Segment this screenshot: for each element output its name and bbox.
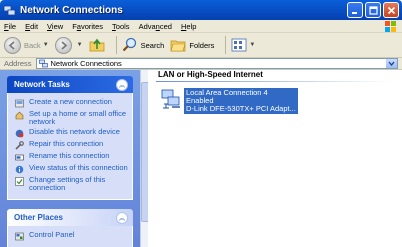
connection-device: D-Link DFE-530TX+ PCI Adapt...	[186, 104, 296, 113]
windows-logo-icon	[385, 21, 396, 32]
chevron-down-icon	[388, 61, 395, 66]
address-value: Network Connections	[50, 59, 122, 68]
connection-item[interactable]: Local Area Connection 4 Enabled D-Link D…	[160, 88, 298, 114]
menu-tools[interactable]: Tools	[112, 22, 130, 31]
control-panel-icon	[15, 232, 24, 241]
minimize-button[interactable]	[347, 2, 363, 18]
folders-icon	[170, 40, 186, 52]
back-button[interactable]: Back ▼	[4, 36, 49, 54]
toolbar-separator	[115, 36, 117, 54]
toolbar: Back ▼ ▼ Search Folders ▼	[0, 33, 402, 58]
search-label: Search	[140, 40, 165, 50]
other-places-title: Other Places	[14, 213, 63, 222]
other-places-panel: Other Places ︽ Control Panel	[7, 209, 133, 247]
place-control-panel[interactable]: Control Panel	[15, 231, 128, 241]
forward-arrow-icon	[61, 40, 68, 50]
task-pane-scrollbar[interactable]	[140, 70, 149, 247]
minimize-icon	[351, 11, 357, 14]
folders-label: Folders	[189, 40, 215, 50]
status-icon	[15, 165, 24, 174]
search-button[interactable]: Search	[122, 37, 165, 53]
maximize-icon	[368, 5, 378, 15]
forward-button[interactable]: ▼	[54, 36, 83, 54]
task-change-settings[interactable]: Change settings of this connection	[15, 176, 128, 192]
views-icon	[231, 38, 247, 52]
network-connections-icon	[38, 59, 48, 68]
group-header: LAN or High-Speed Internet	[158, 70, 263, 79]
task-disable-device[interactable]: Disable this network device	[15, 128, 128, 138]
menu-view[interactable]: View	[47, 22, 63, 31]
views-dropdown-icon[interactable]: ▼	[249, 42, 255, 48]
home-network-icon	[15, 111, 24, 120]
network-tasks-header[interactable]: Network Tasks ︽	[7, 76, 133, 93]
menu-file[interactable]: File	[4, 22, 16, 31]
title-bar[interactable]: Network Connections	[0, 0, 402, 20]
menu-edit[interactable]: Edit	[25, 22, 38, 31]
other-places-header[interactable]: Other Places ︽	[7, 209, 133, 226]
connections-list: LAN or High-Speed Internet Local Area Co…	[148, 70, 402, 247]
task-home-network[interactable]: Set up a home or small office network	[15, 110, 128, 126]
repair-icon	[15, 141, 24, 150]
menu-advanced[interactable]: Advanced	[139, 22, 172, 31]
folders-button[interactable]: Folders	[170, 37, 214, 53]
network-tasks-title: Network Tasks	[14, 80, 70, 89]
address-dropdown-button[interactable]	[386, 59, 397, 68]
back-label: Back	[24, 40, 41, 50]
back-dropdown-icon[interactable]: ▼	[43, 42, 49, 48]
up-folder-icon	[89, 38, 104, 52]
up-folder-button[interactable]	[89, 37, 105, 53]
toolbar-separator	[225, 36, 227, 54]
task-rename-connection[interactable]: Rename this connection	[15, 152, 128, 162]
network-tasks-panel: Network Tasks ︽ Create a new connection …	[7, 76, 133, 200]
new-connection-icon	[15, 99, 24, 108]
address-label: Address	[4, 59, 32, 68]
forward-dropdown-icon[interactable]: ▼	[77, 42, 83, 48]
network-connections-icon	[3, 5, 16, 15]
connection-label: Local Area Connection 4 Enabled D-Link D…	[184, 88, 298, 114]
collapse-icon[interactable]: ︽	[116, 78, 128, 91]
task-repair-connection[interactable]: Repair this connection	[15, 140, 128, 150]
maximize-button[interactable]	[365, 2, 381, 18]
group-divider	[156, 81, 392, 82]
window-title: Network Connections	[20, 4, 123, 16]
views-button[interactable]: ▼	[231, 38, 255, 52]
task-view-status[interactable]: View status of this connection	[15, 164, 128, 174]
menu-favorites[interactable]: Favorites	[72, 22, 103, 31]
close-icon	[387, 6, 395, 14]
menu-help[interactable]: Help	[181, 22, 196, 31]
menu-bar: File Edit View Favorites Tools Advanced …	[0, 20, 402, 33]
search-icon	[122, 37, 136, 52]
address-input[interactable]: Network Connections	[35, 58, 398, 69]
settings-icon	[15, 177, 24, 186]
rename-icon	[15, 154, 24, 161]
collapse-icon[interactable]: ︽	[116, 211, 128, 224]
task-create-connection[interactable]: Create a new connection	[15, 98, 128, 108]
task-pane: Network Tasks ︽ Create a new connection …	[0, 70, 140, 247]
address-bar: Address Network Connections	[0, 58, 402, 70]
back-arrow-icon	[8, 40, 15, 50]
close-button[interactable]	[383, 2, 399, 18]
disable-device-icon	[15, 129, 24, 138]
network-connection-icon	[161, 89, 180, 109]
